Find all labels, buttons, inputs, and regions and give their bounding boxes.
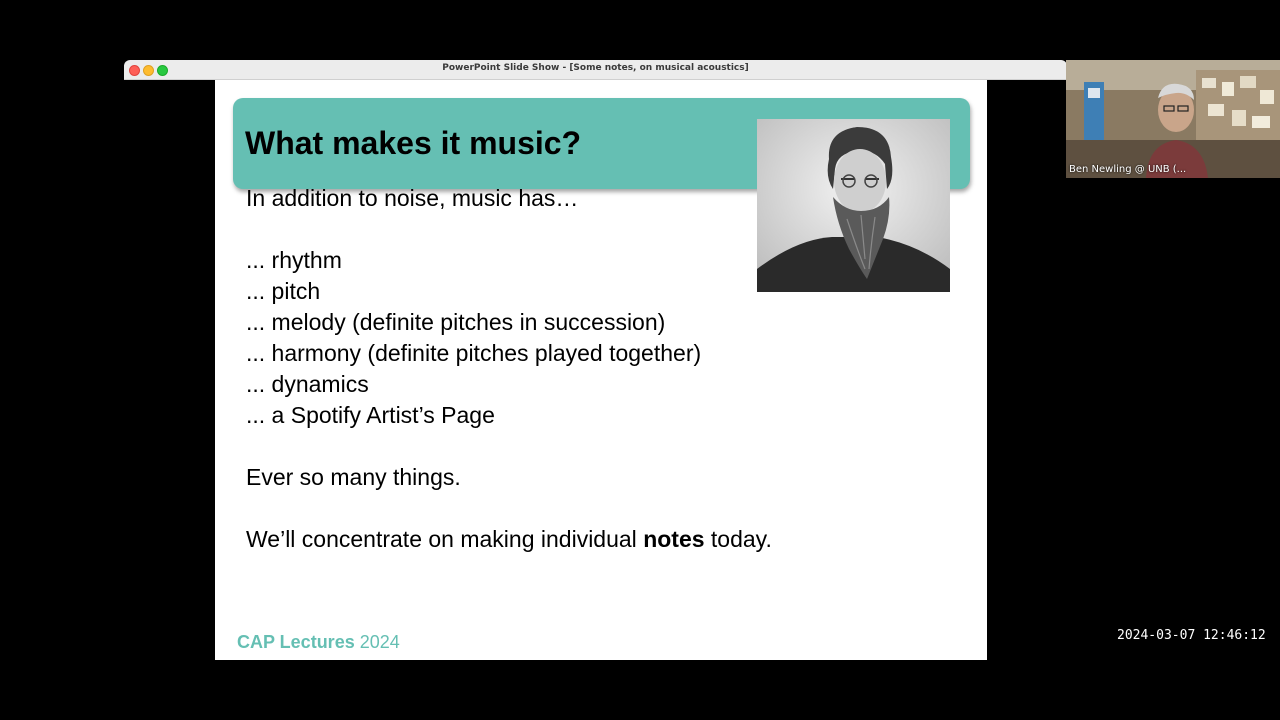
slide[interactable]: What makes it music? In addition to nois… <box>215 80 987 660</box>
closing-bold: notes <box>643 526 705 552</box>
closing-before: We’ll concentrate on making individual <box>246 526 644 552</box>
intro-line: In addition to noise, music has… <box>246 185 579 211</box>
window-titlebar: PowerPoint Slide Show - [Some notes, on … <box>124 60 1067 80</box>
timestamp: 2024-03-07 12:46:12 <box>1117 628 1266 643</box>
webcam-feed <box>1066 60 1280 178</box>
slide-footer: CAP Lectures 2024 <box>237 632 400 653</box>
participant-video-tile[interactable]: Ben Newling @ UNB (... <box>1066 60 1280 178</box>
portrait-illustration <box>757 119 950 292</box>
footer-bold: CAP Lectures <box>237 632 355 652</box>
bullet-dynamics: ... dynamics <box>246 371 369 397</box>
closing-line: We’ll concentrate on making individual n… <box>246 526 772 553</box>
bullet-rhythm: ... rhythm <box>246 247 342 273</box>
portrait-photo <box>757 119 950 292</box>
slideshow-window: PowerPoint Slide Show - [Some notes, on … <box>124 60 1067 660</box>
bullet-pitch: ... pitch <box>246 278 321 304</box>
closing-after: today. <box>704 526 772 552</box>
slide-title: What makes it music? <box>245 125 582 161</box>
footer-year: 2024 <box>354 632 400 652</box>
participant-name: Ben Newling @ UNB (... <box>1069 164 1187 175</box>
bullet-harmony: ... harmony (definite pitches played tog… <box>246 340 702 366</box>
summary-line: Ever so many things. <box>246 464 461 490</box>
window-title: PowerPoint Slide Show - [Some notes, on … <box>442 63 749 73</box>
bullet-melody: ... melody (definite pitches in successi… <box>246 309 666 335</box>
bullet-spotify: ... a Spotify Artist’s Page <box>246 402 495 428</box>
